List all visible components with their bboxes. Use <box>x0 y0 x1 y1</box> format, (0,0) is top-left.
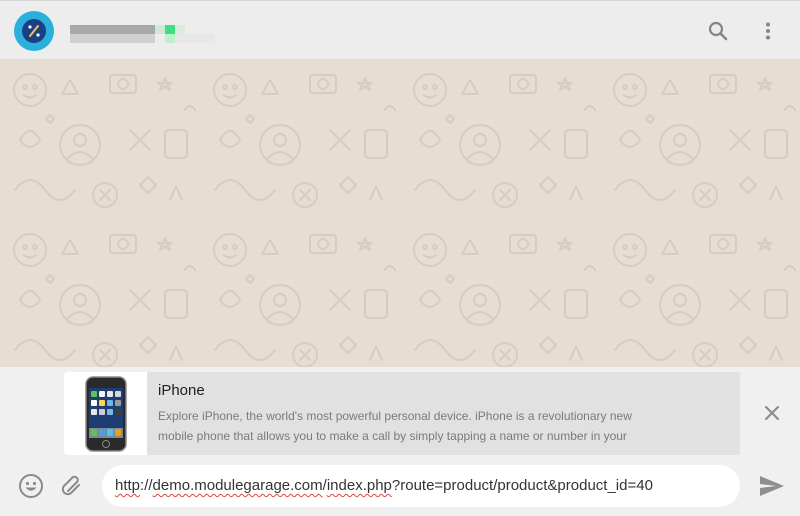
preview-thumbnail <box>64 372 147 455</box>
emoji-icon[interactable] <box>18 473 44 499</box>
attach-icon[interactable] <box>59 473 85 499</box>
more-vert-icon[interactable] <box>754 17 782 45</box>
app-logo-icon <box>22 19 46 43</box>
doodle-wallpaper <box>0 60 800 367</box>
preview-description: Explore iPhone, the world's most powerfu… <box>158 406 658 446</box>
url-query: ?route=product/product&product_id=40 <box>391 477 653 494</box>
search-icon[interactable] <box>704 17 732 45</box>
avatar[interactable] <box>14 11 54 51</box>
preview-description-line: mobile phone that allows you to make a c… <box>158 429 627 443</box>
chat-header <box>0 0 800 60</box>
preview-title: iPhone <box>158 382 205 399</box>
message-input[interactable]: http://demo.modulegarage.com/index.php?r… <box>102 465 740 507</box>
url-path: index.php <box>326 477 392 494</box>
chat-messages-area[interactable] <box>0 60 800 367</box>
iphone-image <box>85 376 127 452</box>
send-icon[interactable] <box>758 473 786 499</box>
contact-name-redacted[interactable] <box>70 23 220 45</box>
compose-bar: http://demo.modulegarage.com/index.php?r… <box>0 462 800 516</box>
url-domain: demo.modulegarage.com <box>152 477 323 494</box>
url-separator: :// <box>140 477 153 494</box>
preview-description-line: Explore iPhone, the world's most powerfu… <box>158 409 632 423</box>
url-scheme: http <box>115 477 141 494</box>
link-preview-card[interactable]: iPhone Explore iPhone, the world's most … <box>64 372 740 455</box>
close-icon[interactable] <box>762 403 782 423</box>
link-preview-bar: iPhone Explore iPhone, the world's most … <box>0 367 800 462</box>
